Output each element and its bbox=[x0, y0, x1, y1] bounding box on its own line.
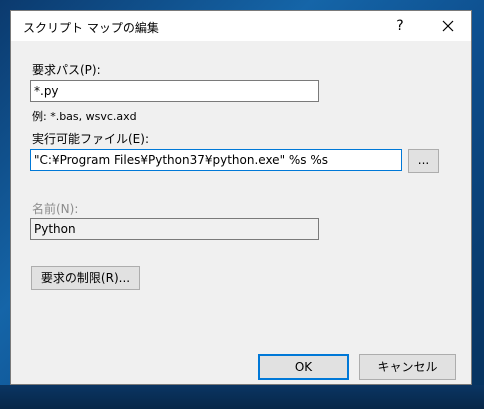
request-path-input[interactable]: *.py bbox=[30, 80, 319, 102]
executable-input[interactable]: "C:¥Program Files¥Python37¥python.exe" %… bbox=[30, 149, 402, 171]
close-button[interactable] bbox=[429, 11, 467, 41]
executable-label: 実行可能ファイル(E): bbox=[32, 132, 149, 146]
request-path-label: 要求パス(P): bbox=[32, 63, 101, 77]
desktop-taskbar-area bbox=[0, 385, 484, 409]
name-input[interactable]: Python bbox=[30, 218, 319, 240]
edit-script-map-dialog: スクリプト マップの編集 ? 要求パス(P): *.py 例: *.bas, w… bbox=[10, 10, 472, 385]
cancel-button[interactable]: キャンセル bbox=[359, 354, 456, 380]
request-path-example: 例: *.bas, wsvc.axd bbox=[32, 110, 137, 123]
ok-button[interactable]: OK bbox=[258, 354, 349, 380]
close-icon bbox=[442, 20, 454, 32]
help-button[interactable]: ? bbox=[385, 11, 415, 41]
request-restrictions-button[interactable]: 要求の制限(R)... bbox=[31, 266, 140, 290]
dialog-title: スクリプト マップの編集 bbox=[23, 21, 159, 35]
dialog-titlebar: スクリプト マップの編集 ? bbox=[11, 11, 471, 41]
browse-button[interactable]: ... bbox=[408, 149, 439, 173]
name-label: 名前(N): bbox=[32, 202, 79, 216]
